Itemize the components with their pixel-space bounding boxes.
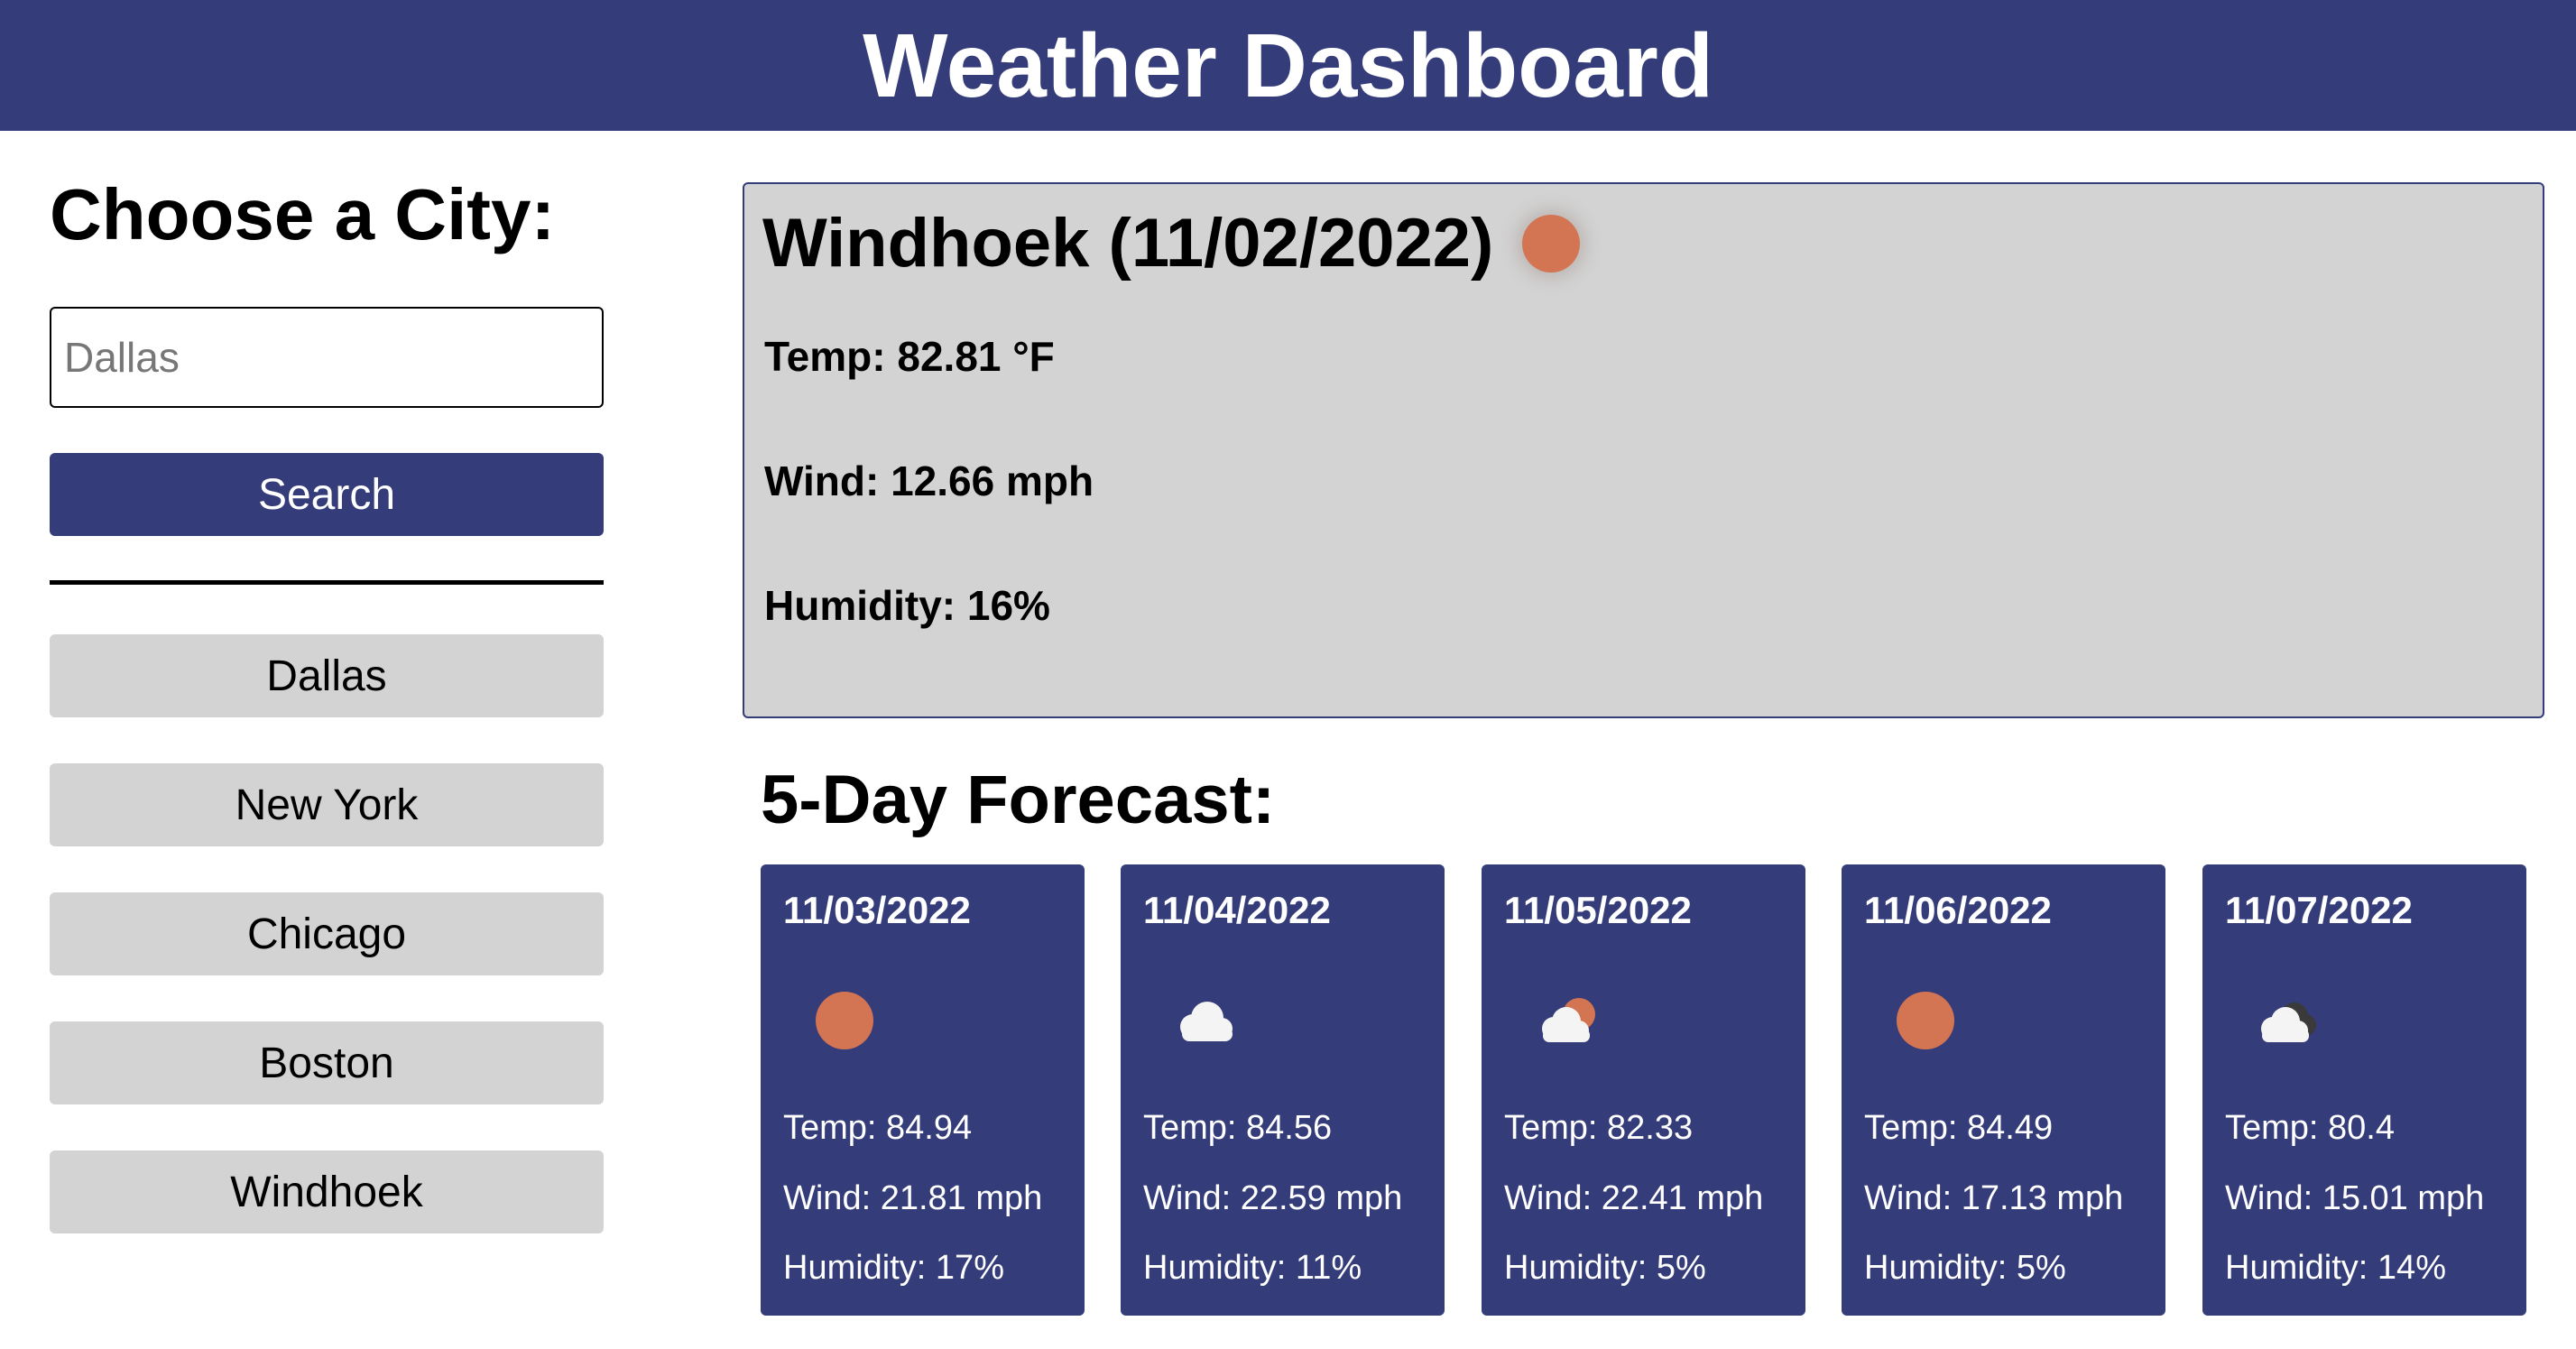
sidebar-divider xyxy=(50,580,604,585)
search-history: Dallas New York Chicago Boston Windhoek xyxy=(50,634,604,1280)
forecast-humidity: Humidity: 11% xyxy=(1143,1249,1362,1287)
forecast-temp: Temp: 82.33 xyxy=(1504,1109,1694,1147)
forecast-date: 11/07/2022 xyxy=(2225,889,2413,931)
forecast-wind: Wind: 22.41 mph xyxy=(1504,1179,1764,1217)
current-weather-panel: Windhoek (11/02/2022) Temp: 82.81 °F Win… xyxy=(743,182,2544,718)
forecast-humidity: Humidity: 14% xyxy=(2225,1249,2446,1287)
forecast-card: 11/05/2022 Temp: 82.33 Wind: 22.41 mph H… xyxy=(1482,864,1805,1316)
sun-icon xyxy=(1897,992,1954,1049)
current-temp: Temp: 82.81 °F xyxy=(764,333,1055,380)
history-button-windhoek[interactable]: Windhoek xyxy=(50,1150,604,1234)
sun-icon xyxy=(816,992,873,1049)
forecast-wind: Wind: 22.59 mph xyxy=(1143,1179,1403,1217)
forecast-wind: Wind: 17.13 mph xyxy=(1864,1179,2124,1217)
forecast-humidity: Humidity: 5% xyxy=(1864,1249,2066,1287)
forecast-date: 11/03/2022 xyxy=(783,889,971,931)
forecast-card: 11/03/2022 Temp: 84.94 Wind: 21.81 mph H… xyxy=(761,864,1085,1316)
page-title: Weather Dashboard xyxy=(863,14,1713,116)
history-button-dallas[interactable]: Dallas xyxy=(50,634,604,717)
history-button-new-york[interactable]: New York xyxy=(50,763,604,846)
forecast-wind: Wind: 15.01 mph xyxy=(2225,1179,2485,1217)
forecast-temp: Temp: 84.49 xyxy=(1864,1109,2054,1147)
forecast-row: 11/03/2022 Temp: 84.94 Wind: 21.81 mph H… xyxy=(761,864,2526,1316)
forecast-temp: Temp: 84.56 xyxy=(1143,1109,1333,1147)
city-search-input[interactable] xyxy=(50,307,604,408)
forecast-date: 11/04/2022 xyxy=(1143,889,1331,931)
history-button-chicago[interactable]: Chicago xyxy=(50,892,604,975)
current-city-title: Windhoek (11/02/2022) xyxy=(762,205,1494,282)
forecast-humidity: Humidity: 17% xyxy=(783,1249,1004,1287)
page-header: Weather Dashboard xyxy=(0,0,2576,131)
forecast-temp: Temp: 84.94 xyxy=(783,1109,973,1147)
sidebar-heading: Choose a City: xyxy=(50,174,556,254)
partly-cloudy-icon xyxy=(1542,998,1595,1042)
forecast-wind: Wind: 21.81 mph xyxy=(783,1179,1043,1217)
forecast-date: 11/05/2022 xyxy=(1504,889,1692,931)
sun-icon xyxy=(1522,215,1581,273)
broken-clouds-icon xyxy=(2261,1003,2316,1042)
forecast-card: 11/06/2022 Temp: 84.49 Wind: 17.13 mph H… xyxy=(1842,864,2165,1316)
history-button-boston[interactable]: Boston xyxy=(50,1021,604,1104)
forecast-card: 11/07/2022 Temp: 80.4 Wind: 15.01 mph Hu… xyxy=(2202,864,2526,1316)
cloud-icon xyxy=(1180,1002,1233,1041)
search-button[interactable]: Search xyxy=(50,453,604,536)
forecast-title: 5-Day Forecast: xyxy=(761,762,1276,838)
forecast-humidity: Humidity: 5% xyxy=(1504,1249,1706,1287)
forecast-date: 11/06/2022 xyxy=(1864,889,2052,931)
current-weather-header: Windhoek (11/02/2022) xyxy=(762,200,2525,287)
forecast-temp: Temp: 80.4 xyxy=(2225,1109,2395,1147)
current-humidity: Humidity: 16% xyxy=(764,582,1050,629)
current-wind: Wind: 12.66 mph xyxy=(764,457,1094,504)
forecast-card: 11/04/2022 Temp: 84.56 Wind: 22.59 mph H… xyxy=(1121,864,1445,1316)
sidebar: Choose a City: Search Dallas New York Ch… xyxy=(50,171,604,1234)
